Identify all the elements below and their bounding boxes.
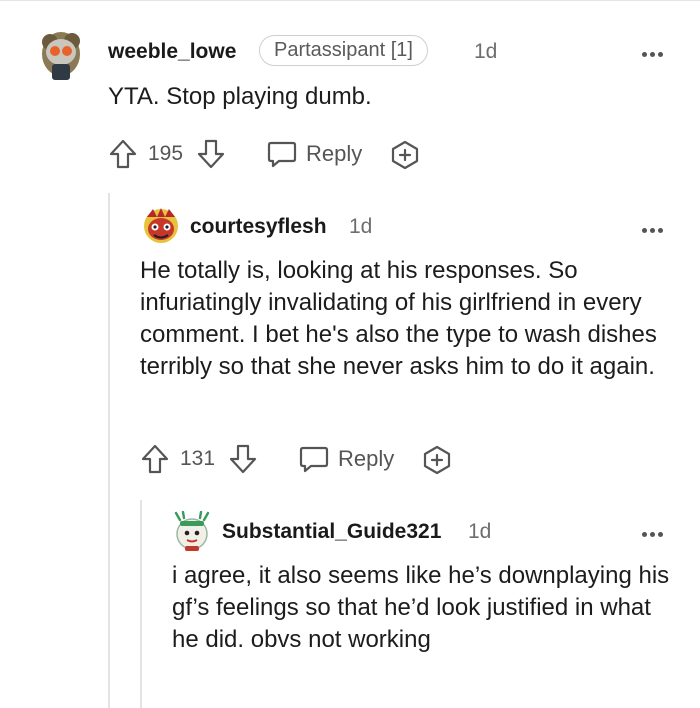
comment-body: i agree, it also seems like he’s downpla… — [172, 562, 670, 653]
avatar-image — [144, 208, 178, 243]
avatar-image — [174, 511, 210, 551]
comment-timestamp: 1d — [474, 40, 498, 63]
more-options-icon[interactable] — [642, 220, 670, 233]
more-options-icon[interactable] — [642, 524, 670, 537]
top-divider — [0, 0, 700, 1]
comment-bubble-icon — [267, 141, 297, 168]
award-plus-icon — [391, 140, 419, 170]
comment-body: YTA. Stop playing dumb. — [108, 83, 372, 110]
avatar[interactable] — [141, 205, 181, 247]
reply-button[interactable]: Reply — [298, 444, 394, 474]
downvote-icon — [197, 139, 225, 169]
award-plus-icon — [423, 445, 451, 475]
comment-bubble-icon — [299, 446, 329, 473]
more-options-icon[interactable] — [642, 44, 670, 57]
avatar[interactable] — [36, 26, 86, 82]
downvote-icon — [229, 444, 257, 474]
reply-label: Reply — [306, 141, 363, 166]
upvote-icon — [141, 444, 169, 474]
upvote-button[interactable] — [140, 443, 170, 475]
award-button[interactable] — [388, 139, 422, 171]
award-button[interactable] — [420, 444, 454, 476]
thread-line-level-1[interactable] — [108, 193, 110, 708]
comment-author[interactable]: weeble_lowe — [108, 40, 236, 64]
downvote-button[interactable] — [196, 138, 226, 170]
comment-actions: 195 Reply — [108, 136, 448, 176]
comment-timestamp: 1d — [349, 215, 373, 238]
upvote-icon — [109, 139, 137, 169]
vote-score: 131 — [180, 447, 216, 470]
comment-author[interactable]: Substantial_Guide321 — [222, 520, 441, 544]
upvote-button[interactable] — [108, 138, 138, 170]
reply-label: Reply — [338, 446, 395, 471]
comment-author[interactable]: courtesyflesh — [190, 215, 327, 239]
comment-body: He totally is, looking at his responses.… — [140, 257, 657, 380]
vote-score: 195 — [148, 142, 184, 165]
thread-line-level-2[interactable] — [140, 500, 142, 708]
avatar[interactable] — [172, 511, 212, 553]
reply-button[interactable]: Reply — [266, 139, 362, 169]
user-flair: Partassipant [1] — [259, 35, 428, 66]
downvote-button[interactable] — [228, 443, 258, 475]
comment-actions: 131 Reply — [140, 441, 480, 481]
avatar-image — [42, 32, 80, 80]
comment-timestamp: 1d — [468, 520, 492, 543]
